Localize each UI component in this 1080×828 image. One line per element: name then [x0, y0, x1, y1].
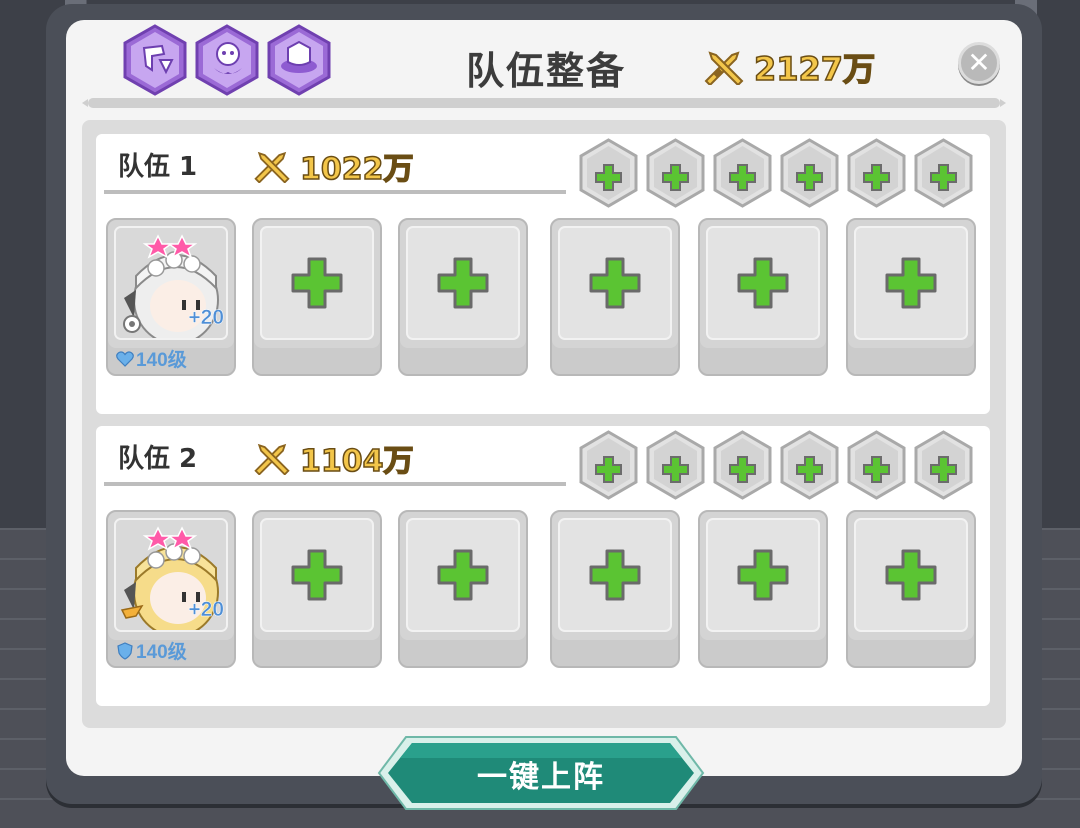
empty-hero-slot[interactable] — [398, 510, 528, 668]
crossed-swords-icon — [252, 441, 292, 475]
auto-deploy-label: 一键上阵 — [477, 760, 605, 795]
rune-slot[interactable] — [913, 430, 974, 500]
header-divider — [82, 98, 1006, 108]
empty-hero-slot[interactable] — [846, 510, 976, 668]
plus-icon — [435, 255, 491, 311]
team-prep-dialog: 队伍整备 2127万 ✕ 队伍 1 1022万 +20 140级 队伍 2 11… — [46, 4, 1042, 804]
empty-hero-slot[interactable] — [550, 510, 680, 668]
crossed-swords-icon — [702, 49, 746, 85]
plus-icon — [587, 547, 643, 603]
teams-container: 队伍 1 1022万 +20 140级 队伍 2 1104万 +20 140级 — [82, 120, 1006, 728]
hero-slot[interactable]: +20 140级 — [106, 510, 236, 668]
page-title: 队伍整备 — [466, 49, 627, 93]
team-power-display: 1022万 — [252, 144, 414, 188]
heart-icon — [116, 350, 134, 367]
total-power-value: 2127万 — [753, 49, 876, 89]
rune-slot[interactable] — [846, 138, 907, 208]
team-underline — [104, 482, 566, 486]
plus-icon — [735, 255, 791, 311]
rune-slot[interactable] — [712, 430, 773, 500]
empty-hero-slot[interactable] — [550, 218, 680, 376]
team-power-value: 1022万 — [299, 151, 414, 188]
hero-level-display: 140级 — [116, 345, 187, 372]
empty-hero-slot[interactable] — [252, 218, 382, 376]
team-card-1: 队伍 1 1022万 +20 140级 — [96, 134, 990, 414]
hero-slot[interactable]: +20 140级 — [106, 218, 236, 376]
hero-bonus-label: +20 — [188, 598, 224, 622]
rune-slot-row — [578, 430, 974, 500]
plus-icon — [587, 255, 643, 311]
rune-slot[interactable] — [712, 138, 773, 208]
rune-slot[interactable] — [645, 430, 706, 500]
rune-slot[interactable] — [779, 138, 840, 208]
team-name: 队伍 2 — [118, 444, 198, 474]
dialog-header: 队伍整备 2127万 ✕ — [66, 20, 1022, 110]
team-card-2: 队伍 2 1104万 +20 140级 — [96, 426, 990, 706]
dialog-panel: 队伍整备 2127万 ✕ 队伍 1 1022万 +20 140级 队伍 2 11… — [66, 20, 1022, 776]
rune-slot[interactable] — [578, 138, 639, 208]
empty-hero-slot[interactable] — [398, 218, 528, 376]
shield-arrow-icon[interactable] — [122, 24, 188, 96]
rune-slot[interactable] — [913, 138, 974, 208]
portal-swirl-icon[interactable] — [266, 24, 332, 96]
team-underline — [104, 190, 566, 194]
rune-slot-row — [578, 138, 974, 208]
empty-hero-slot[interactable] — [846, 218, 976, 376]
close-button[interactable]: ✕ — [958, 42, 1000, 84]
tab-icon-group — [122, 24, 332, 96]
shield-icon — [116, 641, 134, 660]
hero-level-label: 140级 — [136, 350, 187, 371]
auto-deploy-button[interactable]: 一键上阵 — [376, 734, 706, 812]
hero-slot-row: +20 140级 — [106, 218, 976, 376]
plus-icon — [289, 255, 345, 311]
empty-hero-slot[interactable] — [252, 510, 382, 668]
team-power-value: 1104万 — [299, 443, 414, 480]
plus-icon — [735, 547, 791, 603]
rune-slot[interactable] — [846, 430, 907, 500]
plus-icon — [435, 547, 491, 603]
team-power-display: 1104万 — [252, 436, 414, 480]
empty-hero-slot[interactable] — [698, 218, 828, 376]
rune-slot[interactable] — [645, 138, 706, 208]
hero-bonus-label: +20 — [188, 306, 224, 330]
plus-icon — [883, 547, 939, 603]
plus-icon — [289, 547, 345, 603]
ghost-swirl-icon[interactable] — [194, 24, 260, 96]
hero-slot-row: +20 140级 — [106, 510, 976, 668]
total-power-display: 2127万 — [702, 44, 876, 90]
plus-icon — [883, 255, 939, 311]
empty-hero-slot[interactable] — [698, 510, 828, 668]
hero-level-label: 140级 — [136, 642, 187, 663]
crossed-swords-icon — [252, 149, 292, 183]
rune-slot[interactable] — [779, 430, 840, 500]
rune-slot[interactable] — [578, 430, 639, 500]
team-name: 队伍 1 — [118, 152, 198, 182]
hero-level-display: 140级 — [116, 637, 187, 664]
